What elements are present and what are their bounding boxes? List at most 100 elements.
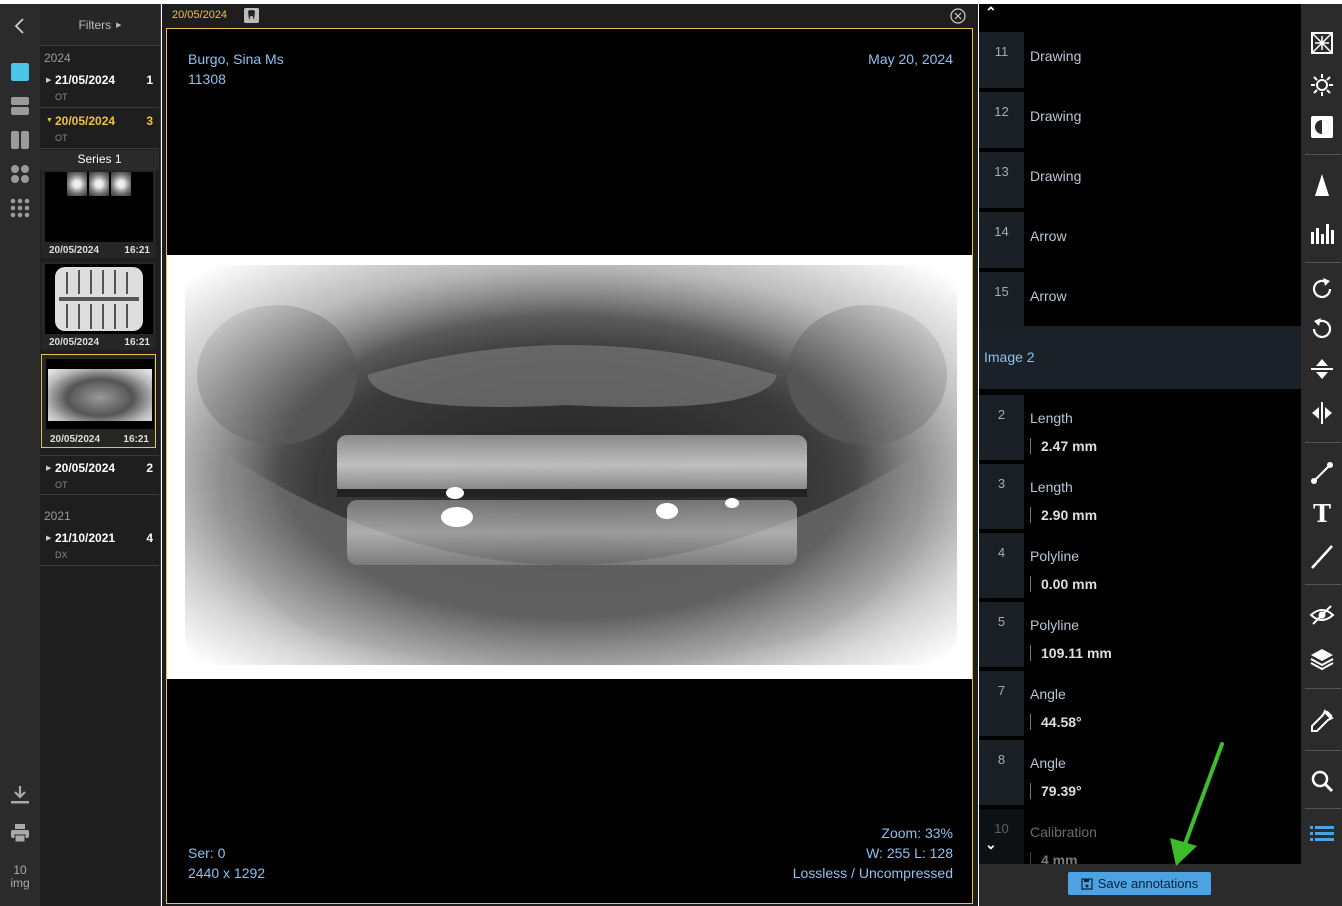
list-icon[interactable] [1309,820,1335,846]
brightness-icon[interactable] [1309,72,1335,98]
thumbnail-image [46,359,154,429]
image-count: 10 img [0,864,40,890]
thumbnail[interactable]: 20/05/2024 16:21 [41,170,156,258]
thumbnail-footer: 20/05/2024 16:21 [49,245,150,256]
layout-2-rows-button[interactable] [10,96,30,116]
save-annotations-button[interactable]: Save annotations [1068,872,1211,895]
line-measure-icon[interactable] [1309,460,1335,486]
thumbnail[interactable]: 20/05/2024 16:21 [41,262,156,350]
tools-separator [1305,262,1341,263]
study-count: 3 [146,114,153,128]
histogram-icon[interactable] [1309,220,1335,246]
annotation-item[interactable]: 7 Angle 44.58° [979,671,1301,736]
fit-icon[interactable] [1309,30,1335,56]
hide-icon[interactable] [1309,602,1335,628]
tools-separator [1305,154,1341,155]
study-row-selected[interactable]: ▼ 20/05/2024 3 OT [40,109,159,149]
study-count: 2 [146,461,153,475]
scroll-up-icon[interactable]: ⌃ [985,4,1005,22]
annotation-type: Arrow [1030,228,1067,244]
filters-button[interactable]: Filters ▶ [40,4,160,46]
tools-separator [1305,688,1341,689]
viewport[interactable]: Burgo, Sina Ms 11308 May 20, 2024 Ser: 0… [166,28,973,904]
study-modality: DX [55,550,68,560]
save-icon [1081,877,1093,890]
annotation-item[interactable]: 11 Drawing [979,32,1301,88]
thumbnail-image [45,172,153,242]
image-dimensions: 2440 x 1292 [188,865,266,881]
annotation-number: 5 [979,602,1024,667]
download-icon[interactable] [8,784,32,806]
back-icon[interactable] [10,16,30,36]
layout-2x2-button[interactable] [10,164,30,184]
study-date: 20/05/2024 [55,114,116,128]
thumbnail-time: 16:21 [124,245,150,256]
layers-icon[interactable] [1309,646,1335,672]
rotate-cw-icon[interactable] [1309,276,1335,302]
annotation-type: Drawing [1030,108,1082,124]
tools-separator [1305,808,1341,809]
thumbnail-image [45,264,153,334]
annotation-number: 2 [979,395,1024,460]
annotation-type: Angle [1030,755,1066,771]
annotation-value: 109.11 mm [1030,645,1112,661]
annotation-item[interactable]: 12 Drawing [979,92,1301,148]
annotations-panel: ⌃ 11 Drawing 12 Drawing 13 Drawing 14 Ar… [979,4,1301,906]
thumbnail-footer: 20/05/2024 16:21 [50,434,149,445]
left-rail: 10 img [0,4,40,906]
layout-1x1-button[interactable] [10,62,30,82]
annotation-value: 44.58° [1030,714,1082,730]
svg-text:T: T [1313,500,1331,526]
thumbnail-date: 20/05/2024 [49,337,100,348]
year-label: 2024 [44,51,71,65]
eyedropper-icon[interactable] [1309,708,1335,734]
annotation-number: 15 [979,272,1024,328]
flip-horizontal-icon[interactable] [1309,400,1335,426]
annotation-item[interactable]: 15 Arrow [979,272,1301,328]
invert-icon[interactable] [1309,114,1335,140]
line-icon[interactable] [1309,544,1335,570]
annotation-item[interactable]: 2 Length 2.47 mm [979,395,1301,460]
annotation-value: 2.90 mm [1030,507,1097,523]
thumbnail-selected[interactable]: 20/05/2024 16:21 [41,354,156,448]
annotation-type: Polyline [1030,548,1080,564]
annotation-number: 12 [979,92,1024,148]
annotation-item[interactable]: 8 Angle 79.39° [979,740,1301,805]
rotate-ccw-icon[interactable] [1309,316,1335,342]
layout-3x3-button[interactable] [10,198,30,218]
study-row[interactable]: ▶ 21/05/2024 1 OT [40,68,159,108]
image-group-header[interactable]: Image 2 [979,326,1301,389]
flip-vertical-icon[interactable] [1309,356,1335,382]
thumbnail-footer: 20/05/2024 16:21 [49,337,150,348]
annotation-type: Drawing [1030,168,1082,184]
annotation-item[interactable]: 10 Calibration 4 mm [979,809,1301,864]
close-icon[interactable] [950,8,966,24]
viewer-header: 20/05/2024 [162,4,978,28]
thumbnail-date: 20/05/2024 [49,245,100,256]
annotation-item[interactable]: 4 Polyline 0.00 mm [979,533,1301,598]
annotation-item[interactable]: 3 Length 2.90 mm [979,464,1301,529]
text-icon[interactable]: T [1309,500,1335,526]
panoramic-xray[interactable] [167,255,972,679]
zoom-level: Zoom: 33% [881,825,953,841]
print-icon[interactable] [8,822,32,844]
study-row[interactable]: ▶ 20/05/2024 2 OT [40,455,159,495]
overlay-top-left: Burgo, Sina Ms 11308 [188,49,284,89]
annotation-item[interactable]: 14 Arrow [979,212,1301,268]
tooth-icon[interactable] [244,8,259,23]
layout-2-cols-button[interactable] [10,130,30,150]
annotation-type: Drawing [1030,48,1082,64]
sharpen-icon[interactable] [1309,172,1335,198]
magnifier-icon[interactable] [1309,768,1335,794]
annotation-value: 79.39° [1030,783,1082,799]
orientation-marker [175,657,189,671]
study-row[interactable]: ▶ 21/10/2021 4 DX [40,526,159,566]
annotation-item[interactable]: 13 Drawing [979,152,1301,208]
scroll-down-icon[interactable]: ⌄ [985,836,1005,854]
annotation-value: 2.47 mm [1030,438,1097,454]
study-count: 1 [146,73,153,87]
year-label: 2021 [44,509,71,523]
annotation-item[interactable]: 5 Polyline 109.11 mm [979,602,1301,667]
overlay-top-right: May 20, 2024 [868,49,953,69]
study-date: 20/05/2024 [55,461,116,475]
